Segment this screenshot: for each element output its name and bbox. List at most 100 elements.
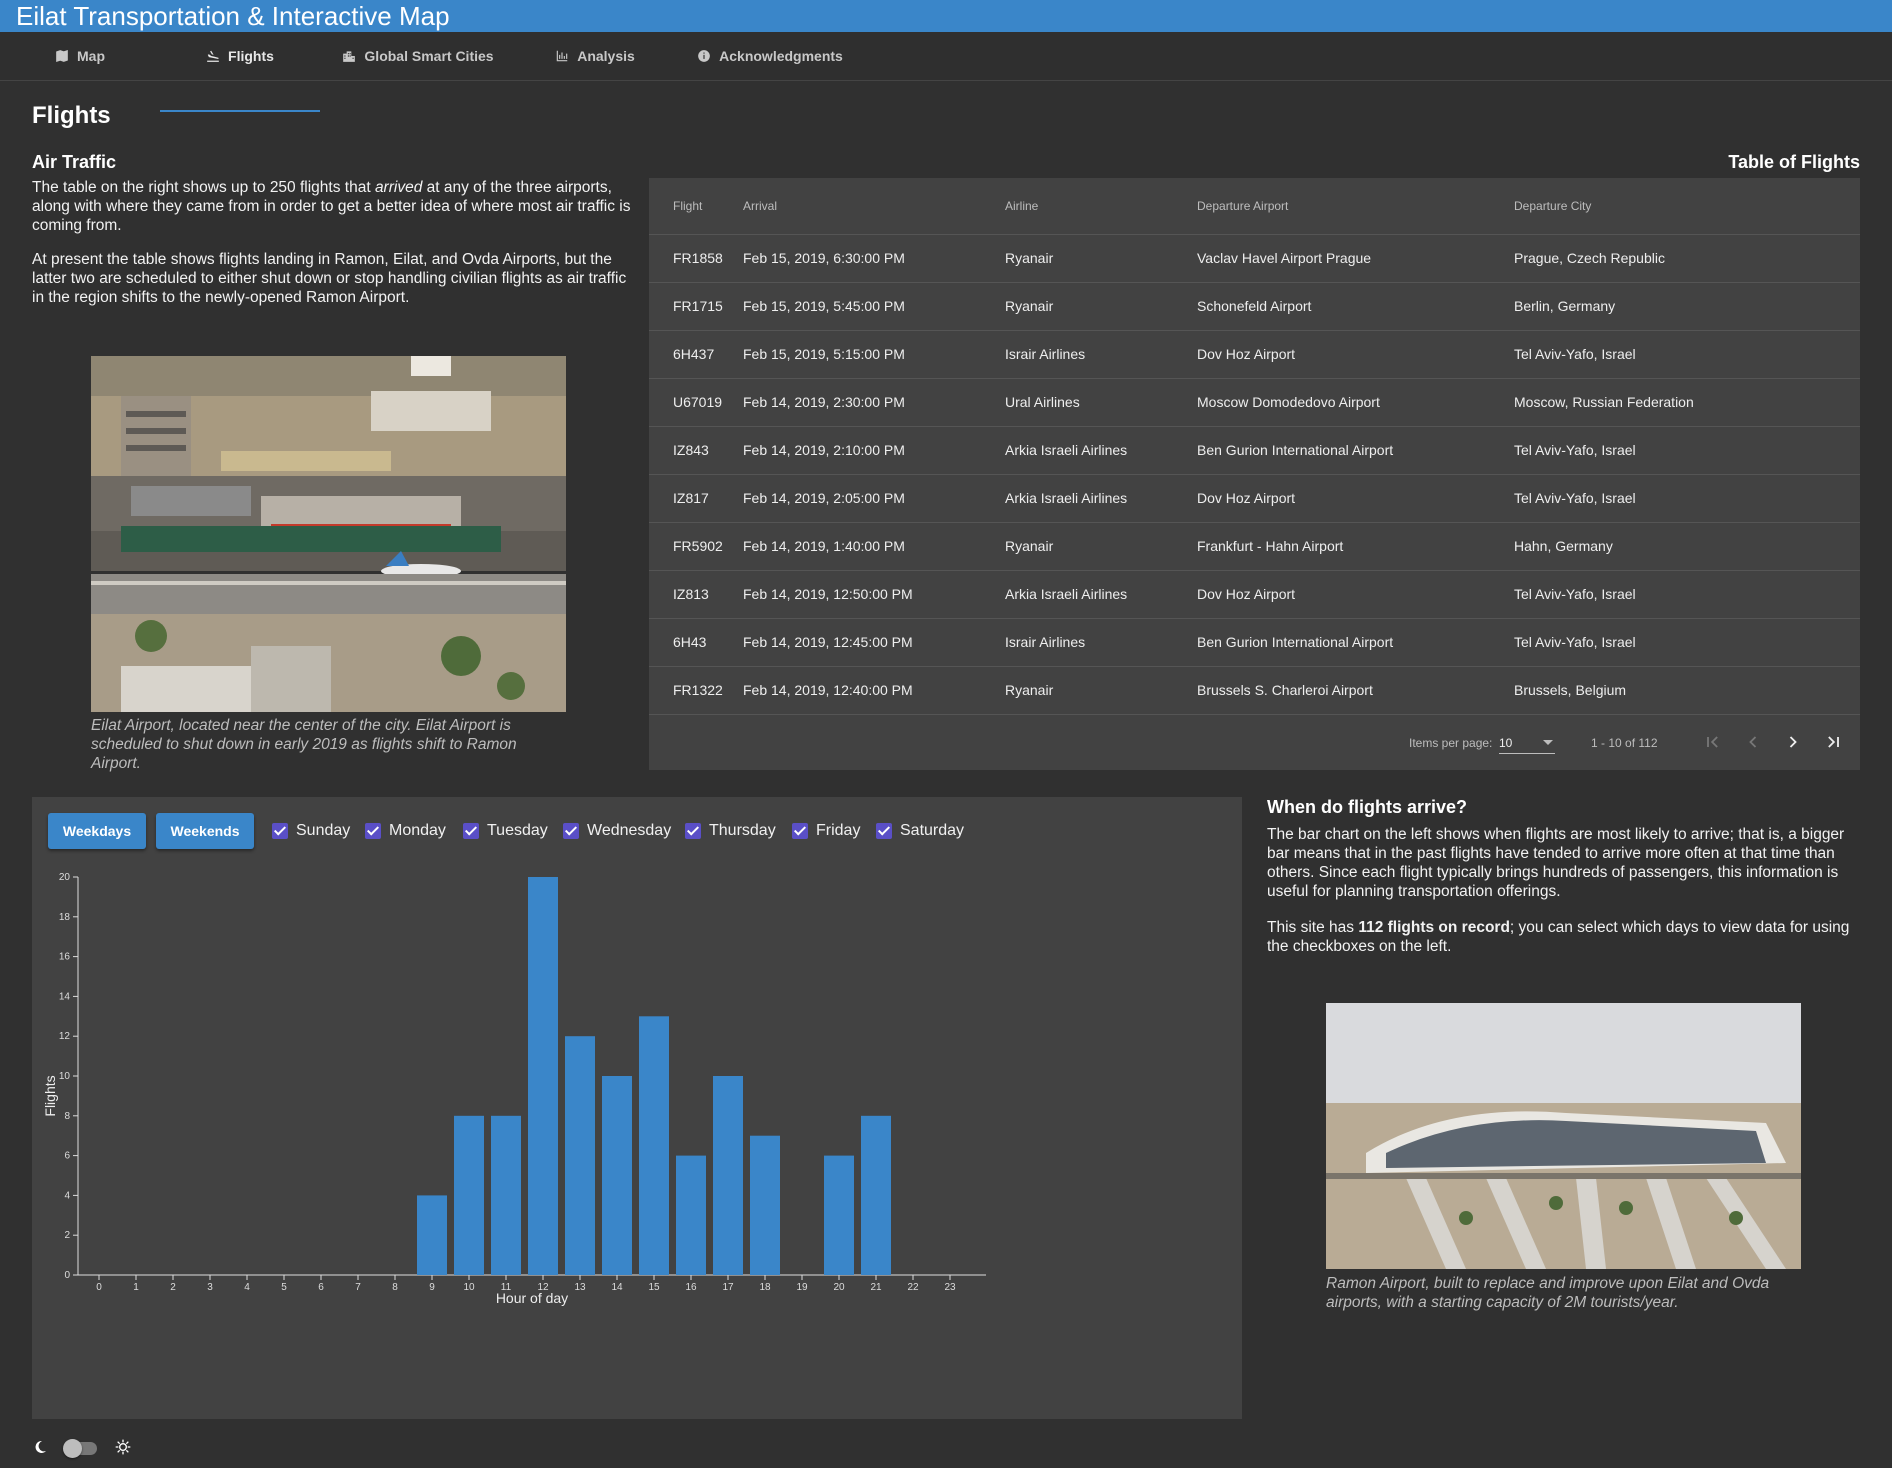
table-row[interactable]: FR1322 Feb 14, 2019, 12:40:00 PM Ryanair Br… <box>649 666 1860 715</box>
last-page-button[interactable] <box>1817 726 1849 758</box>
tab-bar: Map Flights Global Smart Cities Analysis… <box>0 32 1892 112</box>
bar-hour-20 <box>824 1155 854 1275</box>
bar-hour-9 <box>417 1195 447 1275</box>
checkbox-tuesday[interactable]: Tuesday <box>463 821 548 841</box>
y-tick-label: 8 <box>64 1111 70 1122</box>
info-icon <box>698 50 710 62</box>
cell-airline: Israir Airlines <box>1005 618 1197 667</box>
checkbox-checked-icon <box>685 823 701 839</box>
x-tick-label: 15 <box>648 1282 660 1293</box>
x-tick-label: 0 <box>96 1282 102 1293</box>
previous-page-button[interactable] <box>1737 726 1769 758</box>
city-icon <box>343 51 356 62</box>
toggle-thumb <box>63 1439 82 1458</box>
checkbox-wednesday-label: Wednesday <box>587 822 672 839</box>
table-row[interactable]: FR1858 Feb 15, 2019, 6:30:00 PM Ryanair Vac… <box>649 234 1860 283</box>
checkbox-thursday[interactable]: Thursday <box>685 821 776 841</box>
table-row[interactable]: IZ843 Feb 14, 2019, 2:10:00 PM Arkia Israe… <box>649 426 1860 475</box>
bar-chart-icon <box>556 50 568 62</box>
weekdays-button[interactable]: Weekdays <box>48 813 146 849</box>
cell-departure-airport: Dov Hoz Airport <box>1197 330 1514 379</box>
cell-airline: Ural Airlines <box>1005 378 1197 427</box>
eilat-airport-photo <box>91 356 566 712</box>
tab-global-smart-cities[interactable]: Global Smart Cities <box>338 32 498 80</box>
checkbox-friday[interactable]: Friday <box>792 821 860 841</box>
table-row[interactable]: FR1715 Feb 15, 2019, 5:45:00 PM Ryanair Sch… <box>649 282 1860 331</box>
flights-count-bold: 112 flights on record <box>1358 919 1510 936</box>
x-tick-label: 10 <box>463 1282 475 1293</box>
col-departure-city[interactable]: Departure City <box>1514 178 1860 235</box>
col-airline[interactable]: Airline <box>1005 178 1197 235</box>
cell-arrival: Feb 14, 2019, 12:45:00 PM <box>743 618 1005 667</box>
x-tick-label: 2 <box>170 1282 176 1293</box>
bar-hour-10 <box>454 1115 484 1275</box>
checkbox-wednesday[interactable]: Wednesday <box>563 821 671 841</box>
x-tick-label: 16 <box>685 1282 697 1293</box>
tab-analysis-label: Analysis <box>577 48 635 64</box>
y-tick-label: 16 <box>59 952 71 963</box>
x-tick-label: 7 <box>355 1282 361 1293</box>
tab-map[interactable]: Map <box>40 32 120 80</box>
x-tick-label: 8 <box>392 1282 398 1293</box>
cell-departure-city: Brussels, Belgium <box>1514 666 1860 715</box>
cell-airline: Ryanair <box>1005 522 1197 571</box>
checkbox-checked-icon <box>876 823 892 839</box>
table-row[interactable]: 6H437 Feb 15, 2019, 5:15:00 PM Israir Airl… <box>649 330 1860 379</box>
bar-hour-16 <box>676 1155 706 1275</box>
x-axis-label: Hour of day <box>496 1290 568 1306</box>
cell-departure-city: Tel Aviv-Yafo, Israel <box>1514 618 1860 667</box>
cell-departure-city: Berlin, Germany <box>1514 282 1860 331</box>
cell-flight: 6H437 <box>649 330 743 379</box>
cell-departure-airport: Vaclav Havel Airport Prague <box>1197 234 1514 283</box>
checkbox-checked-icon <box>365 823 381 839</box>
checkbox-saturday[interactable]: Saturday <box>876 821 964 841</box>
bar-hour-17 <box>713 1076 743 1275</box>
bar-hour-15 <box>639 1016 669 1275</box>
col-flight[interactable]: Flight <box>649 178 743 235</box>
tab-analysis[interactable]: Analysis <box>540 32 650 80</box>
first-page-button[interactable] <box>1697 726 1729 758</box>
when-paragraph-2: This site has 112 flights on record; you… <box>1267 918 1867 956</box>
checkbox-monday-label: Monday <box>389 822 446 839</box>
y-tick-label: 0 <box>64 1270 70 1281</box>
cell-flight: FR1322 <box>649 666 743 715</box>
bar-hour-12 <box>528 877 558 1275</box>
cell-departure-airport: Brussels S. Charleroi Airport <box>1197 666 1514 715</box>
checkbox-checked-icon <box>563 823 579 839</box>
ramon-airport-photo <box>1326 1003 1801 1269</box>
flight-landing-icon <box>207 50 219 62</box>
ramon-photo-caption: Ramon Airport, built to replace and impr… <box>1326 1275 1770 1311</box>
tab-flights[interactable]: Flights <box>160 32 320 80</box>
cell-flight: IZ817 <box>649 474 743 523</box>
tab-acknowledgments[interactable]: Acknowledgments <box>690 32 850 80</box>
y-tick-label: 20 <box>59 872 71 883</box>
x-tick-label: 23 <box>944 1282 956 1293</box>
app-title: Eilat Transportation & Interactive Map <box>16 1 450 31</box>
weekends-button[interactable]: Weekends <box>156 813 254 849</box>
cell-flight: FR1715 <box>649 282 743 331</box>
checkbox-tuesday-label: Tuesday <box>487 822 548 839</box>
col-arrival[interactable]: Arrival <box>743 178 1005 235</box>
next-page-button[interactable] <box>1777 726 1809 758</box>
table-row[interactable]: 6H43 Feb 14, 2019, 12:45:00 PM Israir Airl… <box>649 618 1860 667</box>
cell-departure-city: Moscow, Russian Federation <box>1514 378 1860 427</box>
tab-flights-label: Flights <box>228 48 274 64</box>
table-row[interactable]: U67019 Feb 14, 2019, 2:30:00 PM Ural Airli… <box>649 378 1860 427</box>
page-title: Flights <box>32 102 111 129</box>
cell-departure-airport: Dov Hoz Airport <box>1197 474 1514 523</box>
table-header-row: Flight Arrival Airline Departure Airport… <box>649 178 1860 235</box>
items-per-page-select[interactable]: 10 <box>1499 730 1555 754</box>
checkbox-sunday[interactable]: Sunday <box>272 821 350 841</box>
cell-flight: IZ813 <box>649 570 743 619</box>
table-row[interactable]: FR5902 Feb 14, 2019, 1:40:00 PM Ryanair Fra… <box>649 522 1860 571</box>
checkbox-checked-icon <box>272 823 288 839</box>
col-departure-airport[interactable]: Departure Airport <box>1197 178 1514 235</box>
checkbox-monday[interactable]: Monday <box>365 821 446 841</box>
table-row[interactable]: IZ813 Feb 14, 2019, 12:50:00 PM Arkia Isra… <box>649 570 1860 619</box>
theme-toggle-switch[interactable] <box>63 1439 99 1458</box>
x-tick-label: 4 <box>244 1282 250 1293</box>
chevron-left-icon <box>1749 736 1757 748</box>
table-row[interactable]: IZ817 Feb 14, 2019, 2:05:00 PM Arkia Israe… <box>649 474 1860 523</box>
air-traffic-paragraph-2: At present the table shows flights landi… <box>32 251 627 306</box>
cell-airline: Ryanair <box>1005 234 1197 283</box>
